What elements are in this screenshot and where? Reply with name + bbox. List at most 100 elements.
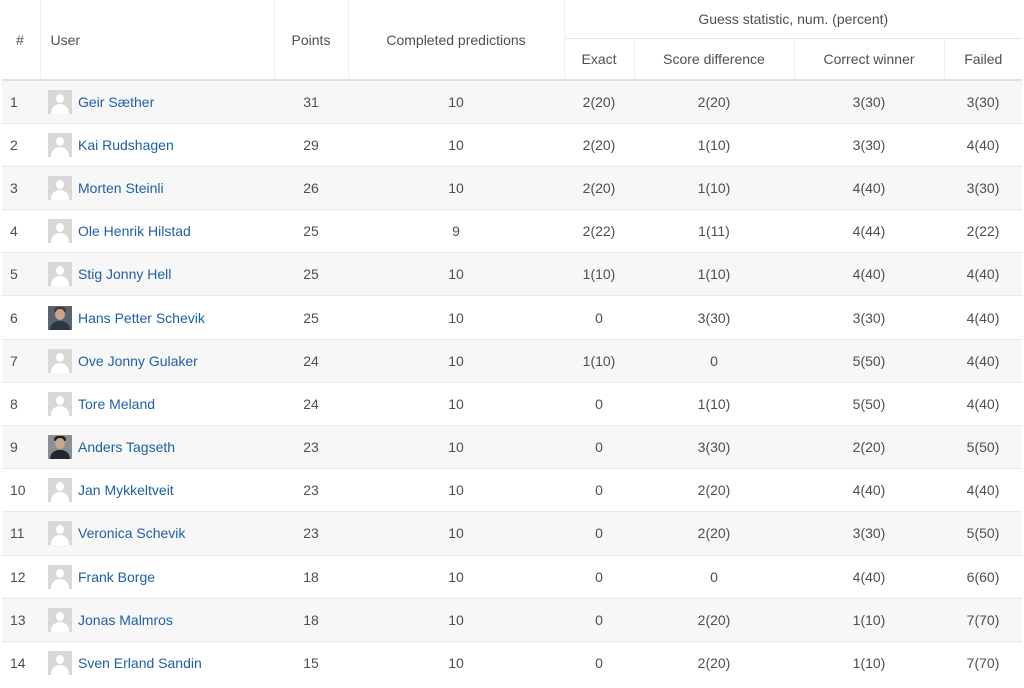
completed-predictions-cell: 10	[348, 424, 564, 469]
default-avatar-icon[interactable]	[48, 478, 72, 503]
user-link[interactable]: Ole Henrik Hilstad	[78, 223, 191, 239]
rank-cell: 8	[2, 381, 40, 426]
rank-cell: 7	[2, 338, 40, 383]
user-link[interactable]: Anders Tagseth	[78, 439, 175, 455]
rank-cell: 4	[2, 209, 40, 253]
score-difference-cell: 2(20)	[634, 468, 794, 512]
completed-predictions-cell: 10	[348, 511, 564, 556]
correct-winner-cell: 4(40)	[794, 554, 944, 599]
user-cell: Kai Rudshagen	[40, 122, 274, 167]
points-cell: 23	[274, 511, 348, 556]
score-difference-cell: 1(10)	[634, 122, 794, 167]
user-link[interactable]: Veronica Schevik	[78, 525, 185, 541]
user-link[interactable]: Hans Petter Schevik	[78, 310, 205, 326]
score-difference-cell: 1(11)	[634, 209, 794, 253]
completed-predictions-cell: 10	[348, 640, 564, 685]
rank-cell: 13	[2, 597, 40, 642]
user-link[interactable]: Tore Meland	[78, 396, 155, 412]
user-link[interactable]: Sven Erland Sandin	[78, 655, 202, 671]
failed-cell: 6(60)	[944, 554, 1023, 599]
photo-avatar-icon[interactable]	[48, 305, 72, 330]
user-link[interactable]: Kai Rudshagen	[78, 137, 174, 153]
failed-column-header[interactable]: Failed	[944, 38, 1023, 81]
default-avatar-icon[interactable]	[48, 651, 72, 676]
table-row: 1 Geir Sæther 31 10 2(20) 2(20) 3(30) 3(…	[2, 79, 1023, 124]
exact-cell: 0	[564, 424, 634, 469]
exact-cell: 2(22)	[564, 209, 634, 253]
failed-cell: 5(50)	[944, 424, 1023, 469]
correct-winner-cell: 3(30)	[794, 295, 944, 340]
points-column-header[interactable]: Points	[274, 0, 349, 81]
score-difference-cell: 2(20)	[634, 597, 794, 642]
score-difference-cell: 2(20)	[634, 79, 794, 124]
default-avatar-icon[interactable]	[48, 132, 72, 157]
failed-cell: 4(40)	[944, 252, 1023, 296]
default-avatar-icon[interactable]	[48, 219, 72, 244]
points-cell: 15	[274, 640, 348, 685]
completed-predictions-cell: 10	[348, 252, 564, 296]
default-avatar-icon[interactable]	[48, 348, 72, 373]
correct-winner-cell: 3(30)	[794, 122, 944, 167]
default-avatar-icon[interactable]	[48, 564, 72, 589]
default-avatar-icon[interactable]	[48, 521, 72, 546]
default-avatar-icon[interactable]	[48, 262, 72, 287]
rank-column-header[interactable]: #	[2, 0, 41, 81]
user-cell: Veronica Schevik	[40, 511, 274, 556]
correct-winner-cell: 3(30)	[794, 79, 944, 124]
failed-cell: 7(70)	[944, 640, 1023, 685]
correct-winner-cell: 4(44)	[794, 209, 944, 253]
user-column-header[interactable]: User	[40, 0, 275, 81]
points-cell: 24	[274, 381, 348, 426]
user-cell: Sven Erland Sandin	[40, 640, 274, 685]
score-difference-cell: 1(10)	[634, 165, 794, 210]
failed-cell: 5(50)	[944, 511, 1023, 556]
rank-cell: 14	[2, 640, 40, 685]
user-cell: Hans Petter Schevik	[40, 295, 274, 340]
user-link[interactable]: Stig Jonny Hell	[78, 266, 171, 282]
table-row: 10 Jan Mykkeltveit 23 10 0 2(20) 4(40) 4…	[2, 468, 1023, 512]
user-link[interactable]: Geir Sæther	[78, 94, 154, 110]
exact-column-header[interactable]: Exact	[564, 38, 635, 81]
exact-cell: 2(20)	[564, 122, 634, 167]
correct-winner-cell: 5(50)	[794, 381, 944, 426]
points-cell: 31	[274, 79, 348, 124]
completed-predictions-column-header[interactable]: Completed predictions	[348, 0, 565, 81]
default-avatar-icon[interactable]	[48, 89, 72, 114]
user-cell: Morten Steinli	[40, 165, 274, 210]
correct-winner-cell: 1(10)	[794, 597, 944, 642]
exact-cell: 0	[564, 640, 634, 685]
user-link[interactable]: Frank Borge	[78, 569, 155, 585]
table-row: 14 Sven Erland Sandin 15 10 0 2(20) 1(10…	[2, 640, 1023, 685]
table-row: 6 Hans Petter Schevik 25 10 0 3(30) 3(30…	[2, 295, 1023, 340]
completed-predictions-cell: 10	[348, 597, 564, 642]
default-avatar-icon[interactable]	[48, 175, 72, 200]
user-link[interactable]: Morten Steinli	[78, 180, 164, 196]
rank-cell: 2	[2, 122, 40, 167]
exact-cell: 0	[564, 554, 634, 599]
score-difference-cell: 2(20)	[634, 511, 794, 556]
user-cell: Jan Mykkeltveit	[40, 468, 274, 512]
exact-cell: 1(10)	[564, 338, 634, 383]
default-avatar-icon[interactable]	[48, 391, 72, 416]
score-difference-column-header[interactable]: Score difference	[634, 38, 795, 81]
exact-cell: 0	[564, 381, 634, 426]
table-row: 8 Tore Meland 24 10 0 1(10) 5(50) 4(40)	[2, 381, 1023, 426]
correct-winner-column-header[interactable]: Correct winner	[794, 38, 945, 81]
rank-cell: 12	[2, 554, 40, 599]
completed-predictions-cell: 10	[348, 468, 564, 512]
table-row: 11 Veronica Schevik 23 10 0 2(20) 3(30) …	[2, 511, 1023, 556]
points-cell: 24	[274, 338, 348, 383]
failed-cell: 2(22)	[944, 209, 1023, 253]
user-link[interactable]: Ove Jonny Gulaker	[78, 353, 198, 369]
rank-cell: 1	[2, 79, 40, 124]
user-link[interactable]: Jan Mykkeltveit	[78, 482, 174, 498]
user-cell: Frank Borge	[40, 554, 274, 599]
default-avatar-icon[interactable]	[48, 607, 72, 632]
exact-cell: 0	[564, 295, 634, 340]
photo-avatar-icon[interactable]	[48, 435, 72, 460]
completed-predictions-cell: 10	[348, 165, 564, 210]
failed-cell: 4(40)	[944, 381, 1023, 426]
correct-winner-cell: 4(40)	[794, 165, 944, 210]
failed-cell: 7(70)	[944, 597, 1023, 642]
user-link[interactable]: Jonas Malmros	[78, 612, 173, 628]
